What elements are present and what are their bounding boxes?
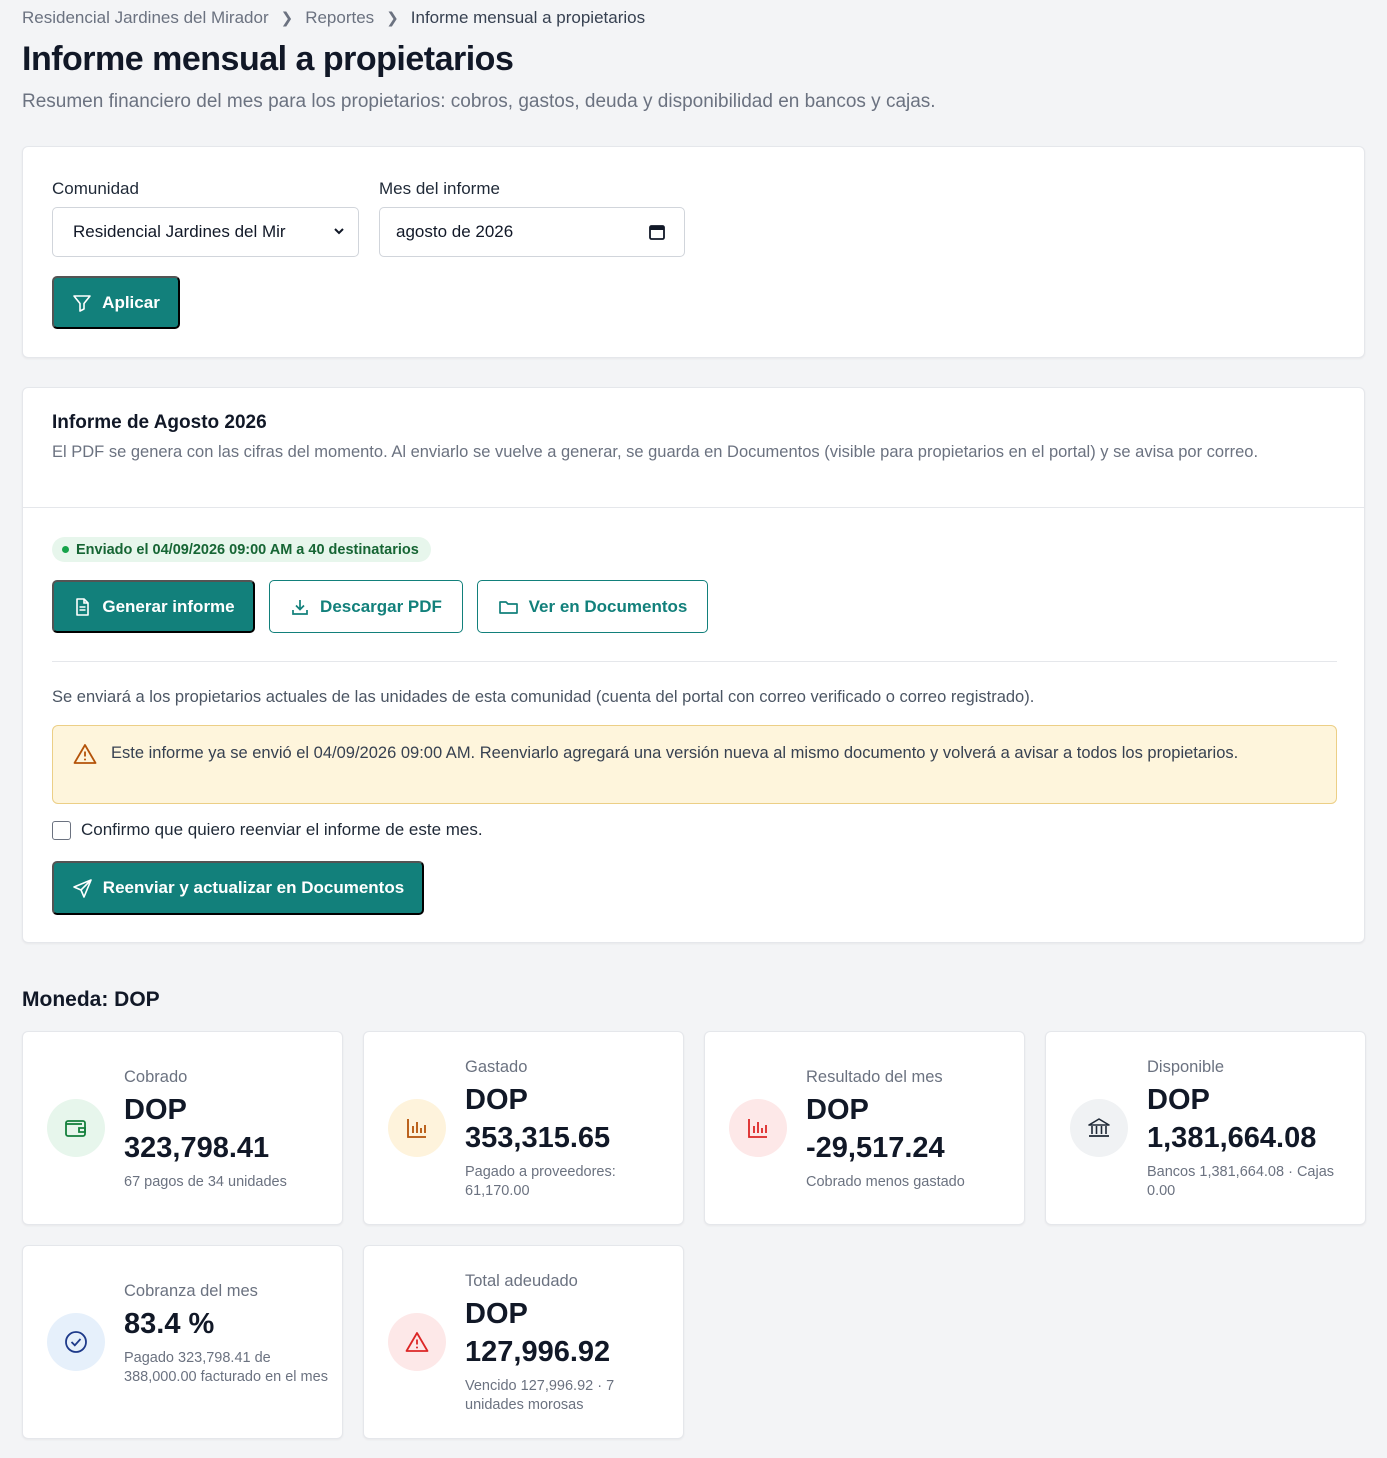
bar-chart-icon: [729, 1099, 787, 1157]
kpi-value: -29,517.24: [806, 1132, 945, 1164]
warning-icon: [73, 744, 97, 764]
kpi-currency: DOP: [465, 1084, 528, 1116]
resend-button-label: Reenviar y actualizar en Documentos: [102, 878, 405, 897]
generate-report-label: Generar informe: [102, 596, 235, 616]
kpi-value: 323,798.41: [124, 1132, 270, 1164]
view-documents-label: Ver en Documentos: [528, 596, 688, 616]
breadcrumb: Residencial Jardines del Mirador ❯ Repor…: [22, 8, 645, 28]
download-pdf-button[interactable]: Descargar PDF: [269, 580, 463, 633]
status-dot-icon: [62, 546, 69, 553]
kpi-card-resultado: Resultado del mes DOP -29,517.24 Cobrado…: [704, 1031, 1025, 1225]
kpi-card-cobrado: Cobrado DOP 323,798.41 67 pagos de 34 un…: [22, 1031, 343, 1225]
apply-button-label: Aplicar: [102, 292, 160, 312]
page-title: Informe mensual a propietarios: [22, 40, 514, 78]
kpi-subtext: Bancos 1,381,664.08 · Cajas 0.00: [1147, 1164, 1335, 1199]
report-card: Informe de Agosto 2026 El PDF se genera …: [22, 387, 1365, 943]
download-icon: [292, 599, 308, 615]
resend-button[interactable]: Reenviar y actualizar en Documentos: [52, 861, 424, 915]
status-badge: Enviado el 04/09/2026 09:00 AM a 40 dest…: [52, 537, 431, 562]
bar-chart-icon: [388, 1099, 446, 1157]
breadcrumb-item-current: Informe mensual a propietarios: [410, 8, 646, 27]
community-select-value: Residencial Jardines del Mir: [73, 222, 286, 241]
kpi-value: 127,996.92: [465, 1336, 611, 1368]
folder-icon: [498, 600, 518, 614]
kpi-card-adeudado: Total adeudado DOP 127,996.92 Vencido 12…: [363, 1245, 684, 1439]
send-note: Se enviará a los propietarios actuales d…: [52, 688, 1035, 706]
month-input-value: agosto de 2026: [396, 222, 514, 241]
report-description: El PDF se genera con las cifras del mome…: [52, 443, 1259, 461]
chevron-right-icon: ❯: [280, 10, 294, 27]
apply-button[interactable]: Aplicar: [52, 276, 180, 329]
kpi-subtext: Pagado a proveedores: 61,170.00: [465, 1164, 616, 1199]
view-documents-button[interactable]: Ver en Documentos: [477, 580, 708, 633]
status-badge-text: Enviado el 04/09/2026 09:00 AM a 40 dest…: [76, 541, 419, 558]
kpi-label: Disponible: [1147, 1058, 1225, 1076]
calendar-icon[interactable]: [648, 223, 666, 241]
kpi-value: 1,381,664.08: [1147, 1122, 1317, 1154]
month-input[interactable]: agosto de 2026: [379, 207, 685, 257]
warning-text: Este informe ya se envió el 04/09/2026 0…: [111, 744, 1239, 762]
breadcrumb-item-community[interactable]: Residencial Jardines del Mirador: [22, 8, 269, 28]
kpi-subtext: Cobrado menos gastado: [806, 1174, 965, 1190]
divider: [23, 507, 1364, 508]
kpi-value: 353,315.65: [465, 1122, 611, 1154]
wallet-icon: [47, 1099, 105, 1157]
page-subtitle: Resumen financiero del mes para los prop…: [22, 91, 936, 112]
month-label: Mes del informe: [379, 179, 500, 198]
download-pdf-label: Descargar PDF: [320, 596, 442, 616]
warning-alert: Este informe ya se envió el 04/09/2026 0…: [52, 725, 1337, 804]
kpi-card-disponible: Disponible DOP 1,381,664.08 Bancos 1,381…: [1045, 1031, 1366, 1225]
kpi-currency: DOP: [806, 1094, 869, 1126]
send-icon: [72, 878, 92, 898]
kpi-card-gastado: Gastado DOP 353,315.65 Pagado a proveedo…: [363, 1031, 684, 1225]
check-circle-icon: [47, 1313, 105, 1371]
chevron-right-icon: ❯: [386, 10, 399, 27]
confirm-resend-checkbox[interactable]: [52, 820, 71, 840]
kpi-label: Cobranza del mes: [124, 1282, 258, 1300]
community-label: Comunidad: [52, 179, 139, 198]
bank-icon: [1070, 1099, 1128, 1157]
confirm-resend-label[interactable]: Confirmo que quiero reenviar el informe …: [81, 820, 483, 840]
divider: [52, 661, 1337, 662]
kpi-subtext: Pagado 323,798.41 de 388,000.00 facturad…: [124, 1350, 328, 1385]
kpi-subtext: 67 pagos de 34 unidades: [124, 1174, 287, 1190]
alert-triangle-icon: [388, 1313, 446, 1371]
currency-title: Moneda: DOP: [22, 988, 160, 1011]
kpi-label: Total adeudado: [465, 1272, 578, 1290]
breadcrumb-item-reports[interactable]: Reportes: [305, 8, 374, 28]
kpi-currency: DOP: [1147, 1084, 1210, 1116]
kpi-currency: DOP: [124, 1094, 187, 1126]
kpi-label: Gastado: [465, 1058, 528, 1076]
community-select[interactable]: Residencial Jardines del Mir: [52, 207, 359, 257]
kpi-currency: DOP: [465, 1298, 528, 1330]
document-icon: [76, 597, 90, 616]
kpi-subtext: Vencido 127,996.92 · 7 unidades morosas: [465, 1378, 615, 1413]
filter-card: Comunidad Residencial Jardines del Mir M…: [22, 146, 1365, 358]
kpi-label: Cobrado: [124, 1068, 188, 1086]
kpi-value: 83.4 %: [124, 1308, 215, 1340]
confirm-resend-row[interactable]: Confirmo que quiero reenviar el informe …: [52, 820, 483, 840]
filter-icon: [73, 294, 91, 312]
chevron-down-icon: [334, 228, 344, 235]
kpi-label: Resultado del mes: [806, 1068, 943, 1086]
kpi-card-cobranza: Cobranza del mes 83.4 % Pagado 323,798.4…: [22, 1245, 343, 1439]
report-title: Informe de Agosto 2026: [52, 412, 267, 433]
generate-report-button[interactable]: Generar informe: [52, 580, 255, 633]
